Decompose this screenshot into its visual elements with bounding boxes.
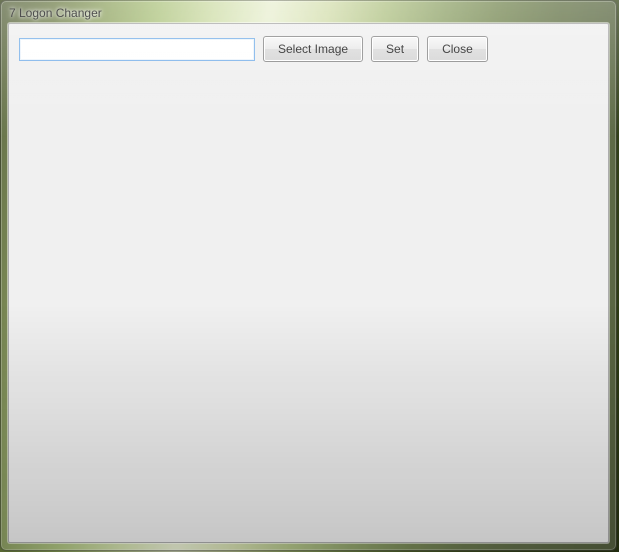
desktop-background: 7 Logon Changer Select Image Set Close xyxy=(0,0,619,552)
titlebar[interactable]: 7 Logon Changer xyxy=(1,1,616,23)
window-title: 7 Logon Changer xyxy=(9,6,102,20)
client-area: Select Image Set Close xyxy=(8,23,609,543)
close-button[interactable]: Close xyxy=(427,36,488,62)
app-window: 7 Logon Changer Select Image Set Close xyxy=(0,0,617,551)
image-path-input[interactable] xyxy=(19,38,255,61)
toolbar: Select Image Set Close xyxy=(19,36,488,62)
set-button[interactable]: Set xyxy=(371,36,419,62)
select-image-button[interactable]: Select Image xyxy=(263,36,363,62)
